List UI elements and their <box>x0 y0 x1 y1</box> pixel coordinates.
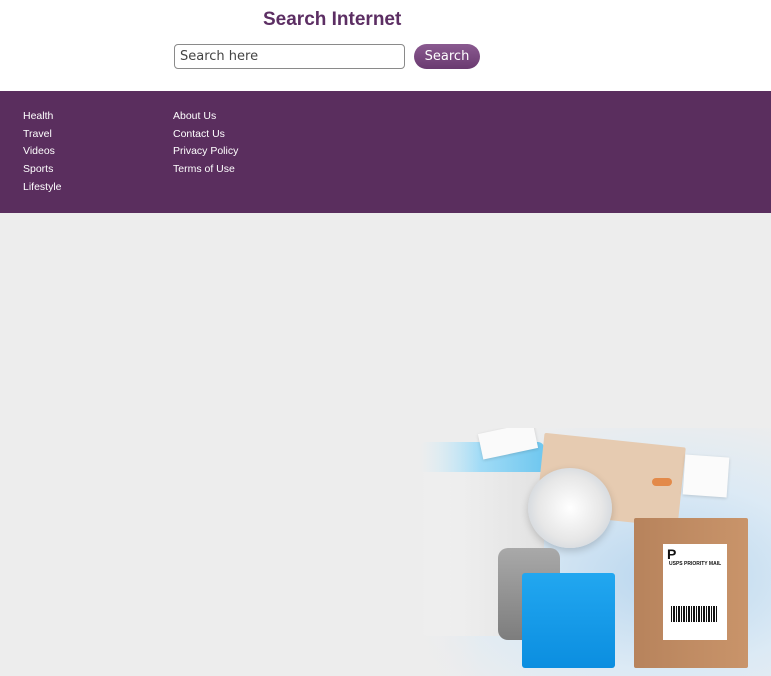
footer-link-privacy-policy[interactable]: Privacy Policy <box>173 144 238 162</box>
footer-link-videos[interactable]: Videos <box>23 144 62 162</box>
pill-icon <box>652 478 672 486</box>
footer-links-categories: Health Travel Videos Sports Lifestyle <box>23 109 62 197</box>
hero-fade <box>420 428 480 676</box>
barcode-icon <box>671 606 717 622</box>
shipping-label: P USPS PRIORITY MAIL <box>663 544 727 640</box>
footer-link-health[interactable]: Health <box>23 109 62 127</box>
shipping-label-letter: P <box>667 546 677 562</box>
footer-link-sports[interactable]: Sports <box>23 162 62 180</box>
footer-link-travel[interactable]: Travel <box>23 127 62 145</box>
footer-link-about-us[interactable]: About Us <box>173 109 238 127</box>
footer-nav: Health Travel Videos Sports Lifestyle Ab… <box>0 91 771 213</box>
search-input[interactable] <box>174 44 405 69</box>
search-title: Search Internet <box>263 9 402 30</box>
search-button[interactable]: Search <box>414 44 480 69</box>
footer-link-terms-of-use[interactable]: Terms of Use <box>173 162 238 180</box>
shipping-label-text: USPS PRIORITY MAIL <box>669 561 722 567</box>
footer-links-info: About Us Contact Us Privacy Policy Terms… <box>173 109 238 180</box>
footer-link-lifestyle[interactable]: Lifestyle <box>23 180 62 198</box>
search-section: Search Internet Search <box>0 0 771 91</box>
blue-box <box>522 573 615 668</box>
footer-link-contact-us[interactable]: Contact Us <box>173 127 238 145</box>
shipping-products-image: P USPS PRIORITY MAIL <box>420 428 771 676</box>
label-roll <box>528 468 612 548</box>
small-label <box>682 454 730 498</box>
